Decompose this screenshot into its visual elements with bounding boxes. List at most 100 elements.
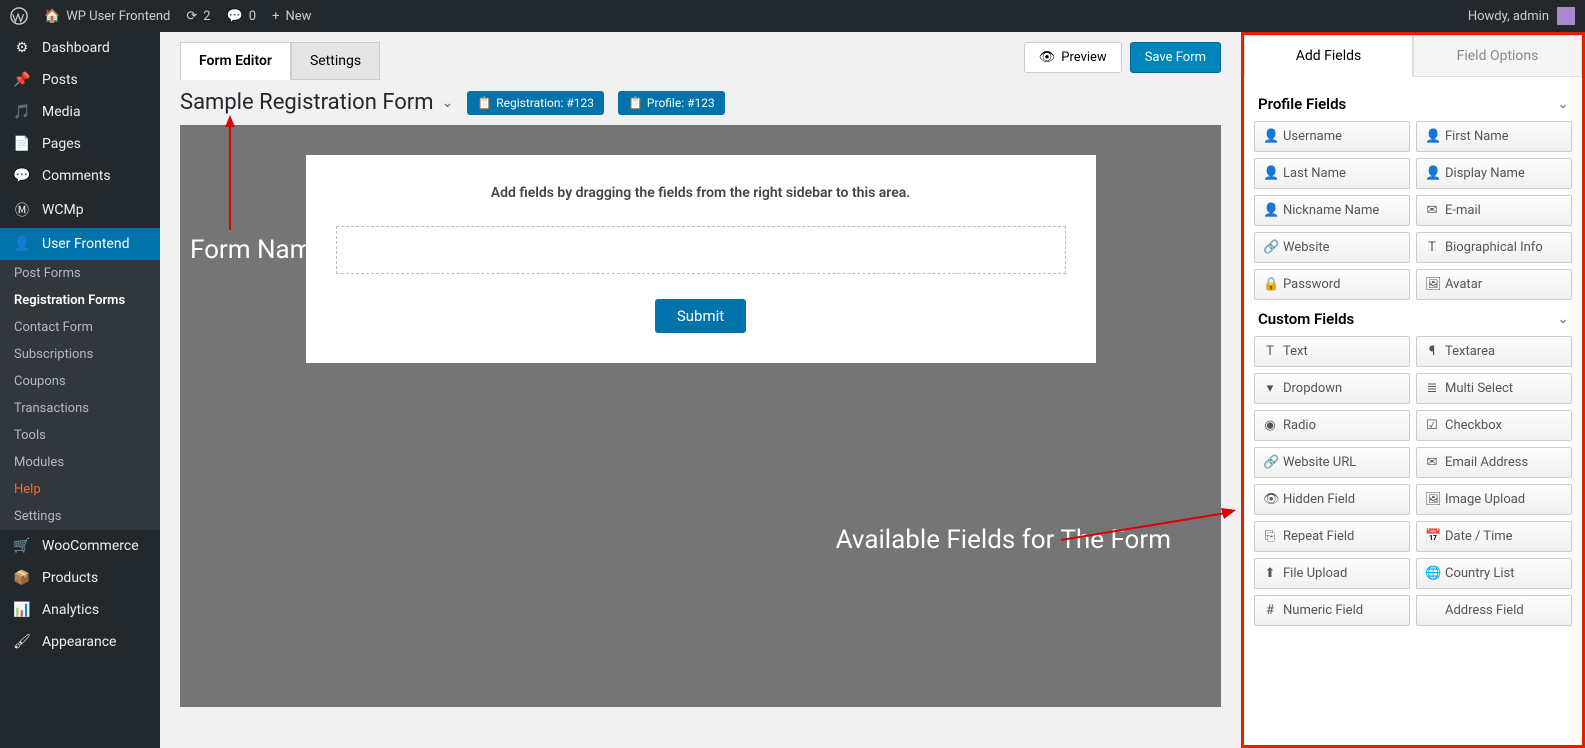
field-label: Nickname Name bbox=[1283, 203, 1379, 218]
field-radio[interactable]: ◉Radio bbox=[1254, 410, 1410, 441]
field-display-name[interactable]: 👤Display Name bbox=[1416, 158, 1572, 189]
appearance-icon: 🖌 bbox=[12, 634, 32, 650]
field-icon: T bbox=[1425, 240, 1439, 255]
tab-settings[interactable]: Settings bbox=[291, 42, 380, 80]
arrow-form-name bbox=[220, 115, 240, 235]
sidebar-sub-help[interactable]: Help bbox=[0, 476, 160, 503]
sidebar-sub-registration-forms[interactable]: Registration Forms bbox=[0, 287, 160, 314]
sidebar-sub-tools[interactable]: Tools bbox=[0, 422, 160, 449]
section-profile-fields[interactable]: Profile Fields⌄ bbox=[1254, 85, 1572, 121]
sidebar-sub-coupons[interactable]: Coupons bbox=[0, 368, 160, 395]
field-username[interactable]: 👤Username bbox=[1254, 121, 1410, 152]
drop-zone[interactable] bbox=[336, 226, 1066, 274]
field-checkbox[interactable]: ☑Checkbox bbox=[1416, 410, 1572, 441]
greeting-label: Howdy, admin bbox=[1468, 9, 1549, 24]
sidebar-item-label: Pages bbox=[42, 136, 81, 152]
field-icon: ◉ bbox=[1263, 418, 1277, 433]
field-country-list[interactable]: 🌐Country List bbox=[1416, 558, 1572, 589]
field-icon: ▾ bbox=[1263, 381, 1277, 396]
updates-link[interactable]: ⟳ 2 bbox=[186, 9, 210, 24]
form-title-label: Sample Registration Form bbox=[180, 90, 434, 115]
sidebar-sub-transactions[interactable]: Transactions bbox=[0, 395, 160, 422]
sidebar-item-analytics[interactable]: 📊Analytics bbox=[0, 594, 160, 626]
drop-hint: Add fields by dragging the fields from t… bbox=[336, 185, 1066, 201]
field-hidden-field[interactable]: 👁Hidden Field bbox=[1254, 484, 1410, 515]
field-avatar[interactable]: 🖼Avatar bbox=[1416, 269, 1572, 300]
field-website-url[interactable]: 🔗Website URL bbox=[1254, 447, 1410, 478]
new-label: New bbox=[285, 9, 311, 24]
sidebar-item-pages[interactable]: 📄Pages bbox=[0, 128, 160, 160]
section-title-label: Custom Fields bbox=[1258, 310, 1354, 328]
field-biographical-info[interactable]: T Biographical Info bbox=[1416, 232, 1572, 263]
field-first-name[interactable]: 👤First Name bbox=[1416, 121, 1572, 152]
sidebar-sub-subscriptions[interactable]: Subscriptions bbox=[0, 341, 160, 368]
field-email-address[interactable]: ✉Email Address bbox=[1416, 447, 1572, 478]
field-image-upload[interactable]: 🖼Image Upload bbox=[1416, 484, 1572, 515]
sidebar-item-products[interactable]: 📦Products bbox=[0, 562, 160, 594]
field-icon: 👤 bbox=[1263, 203, 1277, 218]
field-date-time[interactable]: 📅Date / Time bbox=[1416, 521, 1572, 552]
sidebar-item-posts[interactable]: 📌Posts bbox=[0, 64, 160, 96]
field-nickname-name[interactable]: 👤 Nickname Name bbox=[1254, 195, 1410, 226]
panel-tab-field-options[interactable]: Field Options bbox=[1413, 35, 1582, 77]
field-file-upload[interactable]: ⬆File Upload bbox=[1254, 558, 1410, 589]
copy-icon: 📋 bbox=[628, 96, 643, 110]
field-dropdown[interactable]: ▾ Dropdown bbox=[1254, 373, 1410, 404]
sidebar-item-label: Appearance bbox=[42, 634, 116, 650]
field-website[interactable]: 🔗Website bbox=[1254, 232, 1410, 263]
field-text[interactable]: TText bbox=[1254, 336, 1410, 367]
sidebar-sub-post-forms[interactable]: Post Forms bbox=[0, 260, 160, 287]
field-icon: ✉ bbox=[1425, 455, 1439, 470]
sidebar-item-user-frontend[interactable]: 👤User Frontend bbox=[0, 228, 160, 260]
field-icon: ⎘ bbox=[1263, 529, 1277, 544]
form-submit-button[interactable]: Submit bbox=[655, 299, 746, 333]
field-label: First Name bbox=[1445, 129, 1509, 144]
preview-button[interactable]: 👁Preview bbox=[1024, 42, 1122, 73]
field-textarea[interactable]: ¶Textarea bbox=[1416, 336, 1572, 367]
field-multi-select[interactable]: ≣Multi Select bbox=[1416, 373, 1572, 404]
panel-tab-add-fields[interactable]: Add Fields bbox=[1244, 35, 1413, 77]
tab-form-editor[interactable]: Form Editor bbox=[180, 42, 291, 80]
field-last-name[interactable]: 👤Last Name bbox=[1254, 158, 1410, 189]
sidebar-sub-contact-form[interactable]: Contact Form bbox=[0, 314, 160, 341]
wp-logo[interactable] bbox=[10, 7, 28, 25]
sidebar-item-dashboard[interactable]: ⚙Dashboard bbox=[0, 32, 160, 64]
field-label: Multi Select bbox=[1445, 381, 1513, 396]
sidebar-sub-modules[interactable]: Modules bbox=[0, 449, 160, 476]
chevron-down-icon: ⌄ bbox=[1558, 312, 1568, 326]
form-title[interactable]: Sample Registration Form ⌄ bbox=[180, 90, 453, 115]
section-custom-fields[interactable]: Custom Fields ⌄ bbox=[1254, 300, 1572, 336]
pin-icon: 📌 bbox=[12, 72, 32, 88]
field-label: Dropdown bbox=[1283, 381, 1342, 396]
sidebar-item-appearance[interactable]: 🖌 Appearance bbox=[0, 626, 160, 658]
account-menu[interactable]: Howdy, admin bbox=[1468, 7, 1575, 25]
comments-link[interactable]: 💬 0 bbox=[227, 9, 257, 24]
field-icon: ¶ bbox=[1425, 344, 1439, 359]
profile-badge[interactable]: 📋Profile: #123 bbox=[618, 91, 725, 115]
field-repeat-field[interactable]: ⎘Repeat Field bbox=[1254, 521, 1410, 552]
save-form-button[interactable]: Save Form bbox=[1130, 42, 1221, 73]
field-label: Biographical Info bbox=[1445, 240, 1543, 255]
comment-icon: 💬 bbox=[12, 168, 32, 184]
annotation-available-fields: Available Fields for The Form bbox=[836, 525, 1171, 556]
field-label: Last Name bbox=[1283, 166, 1346, 181]
sidebar-item-wcmp[interactable]: ⓂWCMp bbox=[0, 192, 160, 228]
site-name-label: WP User Frontend bbox=[66, 9, 170, 24]
field-numeric-field[interactable]: #Numeric Field bbox=[1254, 595, 1410, 626]
field-e-mail[interactable]: ✉E-mail bbox=[1416, 195, 1572, 226]
site-link[interactable]: 🏠 WP User Frontend bbox=[44, 9, 170, 24]
sidebar-item-label: Products bbox=[42, 570, 98, 586]
field-label: Username bbox=[1283, 129, 1342, 144]
sidebar-item-media[interactable]: 🎵Media bbox=[0, 96, 160, 128]
field-address-field[interactable]: Address Field bbox=[1416, 595, 1572, 626]
field-icon: ☑ bbox=[1425, 418, 1439, 433]
sidebar-sub-settings[interactable]: Settings bbox=[0, 503, 160, 530]
field-label: Hidden Field bbox=[1283, 492, 1355, 507]
sidebar-item-woocommerce[interactable]: 🛒WooCommerce bbox=[0, 530, 160, 562]
field-label: Image Upload bbox=[1445, 492, 1525, 507]
new-link[interactable]: + New bbox=[272, 9, 311, 24]
sidebar-item-comments[interactable]: 💬Comments bbox=[0, 160, 160, 192]
field-label: Date / Time bbox=[1445, 529, 1513, 544]
field-password[interactable]: 🔒Password bbox=[1254, 269, 1410, 300]
registration-badge[interactable]: 📋Registration: #123 bbox=[467, 91, 604, 115]
